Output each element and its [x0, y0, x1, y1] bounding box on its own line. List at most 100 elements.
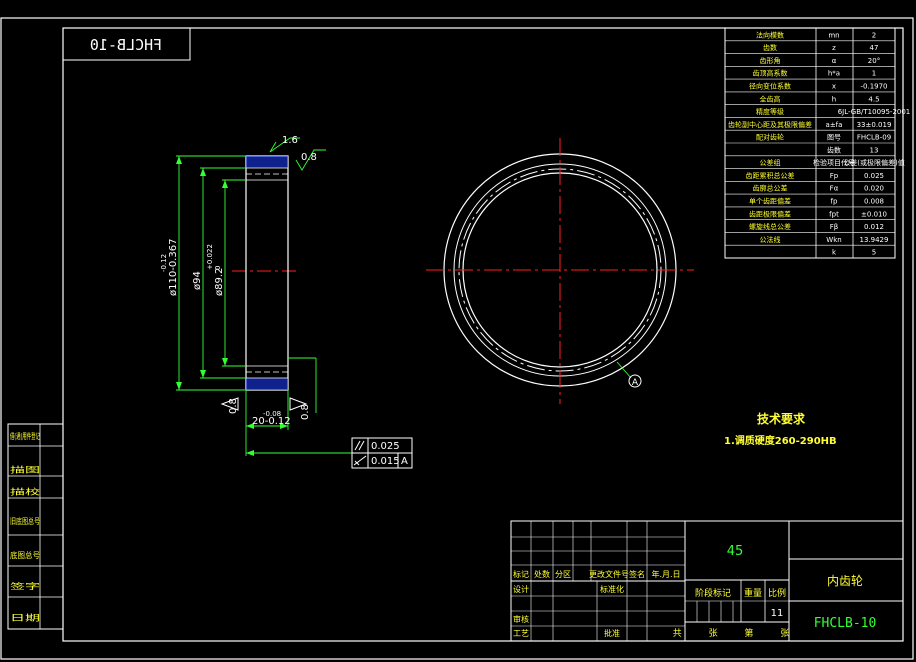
- param-value: ±0.010: [861, 210, 887, 218]
- title-block-label: 设计: [513, 584, 529, 594]
- param-name: 全齿高: [760, 94, 781, 103]
- param-value: 2: [872, 31, 876, 39]
- geometric-tolerance-frame: 0.025 0.015 A: [351, 437, 413, 469]
- mirrored-title-box: FHCLB-10: [62, 27, 191, 61]
- param-name: 齿距累积总公差: [746, 171, 795, 180]
- title-block-label: 标准化: [600, 584, 624, 594]
- param-symbol: Fα: [830, 185, 839, 193]
- stage-label: 阶段标记: [695, 587, 731, 599]
- cad-drawing: FHCLB-10 1.6 0.8 0.8 0.8 ø110-0.367 -0.1…: [0, 17, 914, 660]
- material-text: 45: [727, 544, 744, 559]
- left-strip-label: 描图: [10, 465, 40, 475]
- param-symbol: a±fa: [826, 121, 843, 129]
- param-value: 4.5: [868, 95, 879, 103]
- param-value: 5: [872, 249, 876, 257]
- param-name: 齿轮副中心距及其极限偏差: [728, 120, 812, 129]
- front-view: A: [426, 138, 694, 404]
- weight-label: 重量: [744, 587, 762, 599]
- left-strip-label: 日期: [10, 614, 40, 623]
- param-name: 齿廓总公差: [753, 184, 788, 193]
- param-name: 单个齿距偏差: [749, 197, 791, 206]
- param-name: 公差组: [760, 158, 781, 167]
- param-value: FHCLB-09: [857, 134, 891, 142]
- param-name: 径向变位系数: [749, 82, 791, 91]
- param-value: 0.020: [864, 185, 884, 193]
- param-symbol: x: [832, 83, 836, 91]
- left-strip-label: 借(通)用件登记: [10, 431, 40, 441]
- param-value: 0.025: [864, 172, 884, 180]
- section-view: 1.6 0.8 0.8 0.8 ø110-0.367 -0.12 ø94 ø89…: [160, 135, 413, 469]
- param-symbol: 齿数: [827, 145, 841, 154]
- inner-dia-tol-up-text: +0.022: [206, 244, 214, 270]
- roughness-top-text: 1.6: [282, 135, 298, 146]
- param-symbol: Wkn: [826, 236, 841, 244]
- drawing-no-text: FHCLB-10: [814, 616, 877, 631]
- rev-header: 标记: [513, 569, 529, 579]
- datum-a-label: A: [632, 378, 639, 388]
- rev-header: 年.月.日: [651, 569, 680, 579]
- param-symbol: z: [832, 44, 836, 52]
- title-block-label: 工艺: [513, 629, 529, 638]
- param-name: 齿数: [763, 43, 777, 52]
- rev-header: 分区: [555, 570, 571, 579]
- outer-dia-text: ø110-0.367: [168, 239, 179, 296]
- left-strip-label: 旧底图总号: [10, 516, 40, 526]
- param-name: 法向模数: [756, 30, 784, 39]
- param-value: 1: [872, 70, 876, 78]
- scale-value: 11: [771, 608, 784, 619]
- width-tol-text: -0.08: [263, 410, 281, 418]
- gear-parameter-table: 法向模数 mn 2 齿数 z 47 齿形角 α 20° 齿顶高系数 h*a 1 径向变位系数 x -0.19…: [724, 27, 911, 259]
- inner-dia-text: ø89.2: [214, 268, 225, 296]
- sheet-text: 共 张 第 张: [673, 627, 802, 639]
- param-symbol: 图号: [827, 134, 841, 142]
- tol-row2-value: 0.015: [371, 456, 400, 467]
- left-strip: [7, 423, 64, 630]
- param-symbol: fpt: [829, 210, 839, 218]
- tech-req-line1: 1.调质硬度260-290HB: [724, 434, 837, 447]
- left-strip-label: 描校: [10, 487, 40, 497]
- param-value: 13.9429: [860, 236, 889, 244]
- param-name: 公法线: [760, 235, 781, 244]
- param-name: 齿顶高系数: [753, 69, 788, 78]
- hatch-top: [246, 156, 288, 168]
- param-name: 齿距极限偏差: [749, 209, 791, 218]
- rev-header: 处数: [534, 569, 550, 579]
- param-name: 齿形角: [760, 56, 781, 65]
- title-block-label: 审核: [513, 614, 529, 624]
- param-value: 公差(或极限偏差)值: [843, 158, 904, 167]
- mid-dia-text: ø94: [192, 271, 203, 290]
- param-value: 0.008: [864, 198, 884, 206]
- param-symbol: Fβ: [830, 223, 839, 231]
- param-name: 螺旋线总公差: [749, 222, 791, 231]
- part-name-text: 内齿轮: [827, 574, 863, 588]
- param-symbol: h*a: [828, 70, 840, 78]
- param-symbol: α: [832, 57, 837, 65]
- param-value: -0.1970: [860, 83, 887, 91]
- title-block-label: 批准: [604, 628, 620, 638]
- scale-label: 比例: [768, 587, 786, 599]
- param-value: 33±0.019: [857, 121, 892, 129]
- param-value: 6JL-GB/T10095-2001: [838, 108, 911, 116]
- param-value: 0.012: [864, 223, 884, 231]
- param-symbol: k: [832, 249, 837, 257]
- tech-req-title: 技术要求: [757, 411, 806, 426]
- param-symbol: Fp: [830, 172, 839, 180]
- param-name: 配对齿轮: [756, 133, 784, 142]
- roughness-br-text: 0.8: [300, 404, 311, 420]
- param-symbol: fp: [831, 198, 838, 206]
- hatch-bottom: [246, 378, 288, 390]
- outer-dia-tol-text: -0.12: [160, 254, 168, 272]
- param-value: 13: [870, 146, 879, 154]
- left-strip-label: 签字: [10, 581, 40, 591]
- rev-header: 签名: [629, 569, 645, 579]
- inner-dia-tol-low-text: 0: [214, 266, 222, 270]
- roughness-bl-text: 0.8: [228, 398, 239, 414]
- param-name: 精度等级: [756, 107, 784, 116]
- rev-header: 更改文件号: [589, 569, 629, 579]
- param-value: 20°: [868, 57, 880, 65]
- param-symbol: h: [832, 95, 836, 103]
- param-symbol: mn: [828, 31, 839, 39]
- param-value: 47: [870, 44, 879, 52]
- ring-section-outline: [245, 155, 289, 391]
- left-strip-label: 底图总号: [10, 550, 40, 560]
